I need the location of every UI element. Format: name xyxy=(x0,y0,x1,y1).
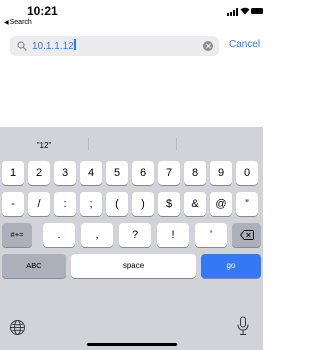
back-label: Search xyxy=(9,19,32,26)
key-7[interactable]: 7 xyxy=(158,161,180,185)
search-input-value: 10.1.1.12 xyxy=(32,41,74,52)
keyboard-row-bottom: ABC space go xyxy=(0,254,263,278)
key-0[interactable]: 0 xyxy=(236,161,258,185)
key-close-paren[interactable]: ) xyxy=(132,192,154,216)
go-key[interactable]: go xyxy=(201,254,261,278)
key-at[interactable]: @ xyxy=(210,192,232,216)
wifi-icon xyxy=(240,7,250,15)
key-6[interactable]: 6 xyxy=(132,161,154,185)
key-question[interactable]: ? xyxy=(119,223,151,247)
back-to-search-link[interactable]: ◀Search xyxy=(4,19,32,26)
key-8[interactable]: 8 xyxy=(184,161,206,185)
keyboard-row-symbols: - / : ; ( ) $ & @ ” xyxy=(0,192,263,216)
delete-key[interactable] xyxy=(232,223,261,247)
delete-icon xyxy=(239,230,254,240)
clear-text-icon[interactable] xyxy=(203,41,213,51)
microphone-icon[interactable] xyxy=(237,316,249,336)
key-9[interactable]: 9 xyxy=(210,161,232,185)
search-field[interactable]: 10.1.1.12 xyxy=(10,36,219,56)
status-bar: 10:21 ◀Search xyxy=(0,0,263,28)
search-icon xyxy=(17,41,27,51)
suggestion-3[interactable] xyxy=(177,127,263,159)
key-comma[interactable]: , xyxy=(81,223,113,247)
suggestion-2[interactable] xyxy=(89,127,176,159)
cellular-signal-icon xyxy=(227,8,241,16)
key-quote[interactable]: ” xyxy=(236,192,258,216)
abc-key[interactable]: ABC xyxy=(2,254,66,278)
search-input-container[interactable]: 10.1.1.12 xyxy=(32,39,76,54)
keyboard-row-punctuation: #+= . , ? ! ’ xyxy=(0,223,263,247)
key-open-paren[interactable]: ( xyxy=(106,192,128,216)
status-time: 10:21 xyxy=(27,4,58,18)
key-colon[interactable]: : xyxy=(54,192,76,216)
key-3[interactable]: 3 xyxy=(54,161,76,185)
keyboard-row-digits: 1 2 3 4 5 6 7 8 9 0 xyxy=(0,161,263,185)
key-hyphen[interactable]: - xyxy=(2,192,24,216)
space-key[interactable]: space xyxy=(71,254,196,278)
home-indicator xyxy=(87,343,177,346)
key-dollar[interactable]: $ xyxy=(158,192,180,216)
key-apostrophe[interactable]: ’ xyxy=(195,223,227,247)
key-semicolon[interactable]: ; xyxy=(80,192,102,216)
key-4[interactable]: 4 xyxy=(80,161,102,185)
suggestion-1[interactable]: "12" xyxy=(0,127,88,159)
key-period[interactable]: . xyxy=(43,223,75,247)
key-2[interactable]: 2 xyxy=(28,161,50,185)
globe-icon[interactable] xyxy=(9,319,26,336)
key-slash[interactable]: / xyxy=(28,192,50,216)
key-1[interactable]: 1 xyxy=(2,161,24,185)
key-exclamation[interactable]: ! xyxy=(157,223,189,247)
battery-icon xyxy=(251,8,263,14)
keyboard: "12" 1 2 3 4 5 6 7 8 9 0 - / : ; ( ) $ &… xyxy=(0,127,263,350)
more-symbols-key[interactable]: #+= xyxy=(2,223,32,247)
key-ampersand[interactable]: & xyxy=(184,192,206,216)
suggestion-bar: "12" xyxy=(0,127,263,159)
cancel-button[interactable]: Cancel xyxy=(229,39,260,50)
text-cursor xyxy=(74,39,76,50)
key-5[interactable]: 5 xyxy=(106,161,128,185)
back-arrow-icon: ◀ xyxy=(4,20,9,26)
